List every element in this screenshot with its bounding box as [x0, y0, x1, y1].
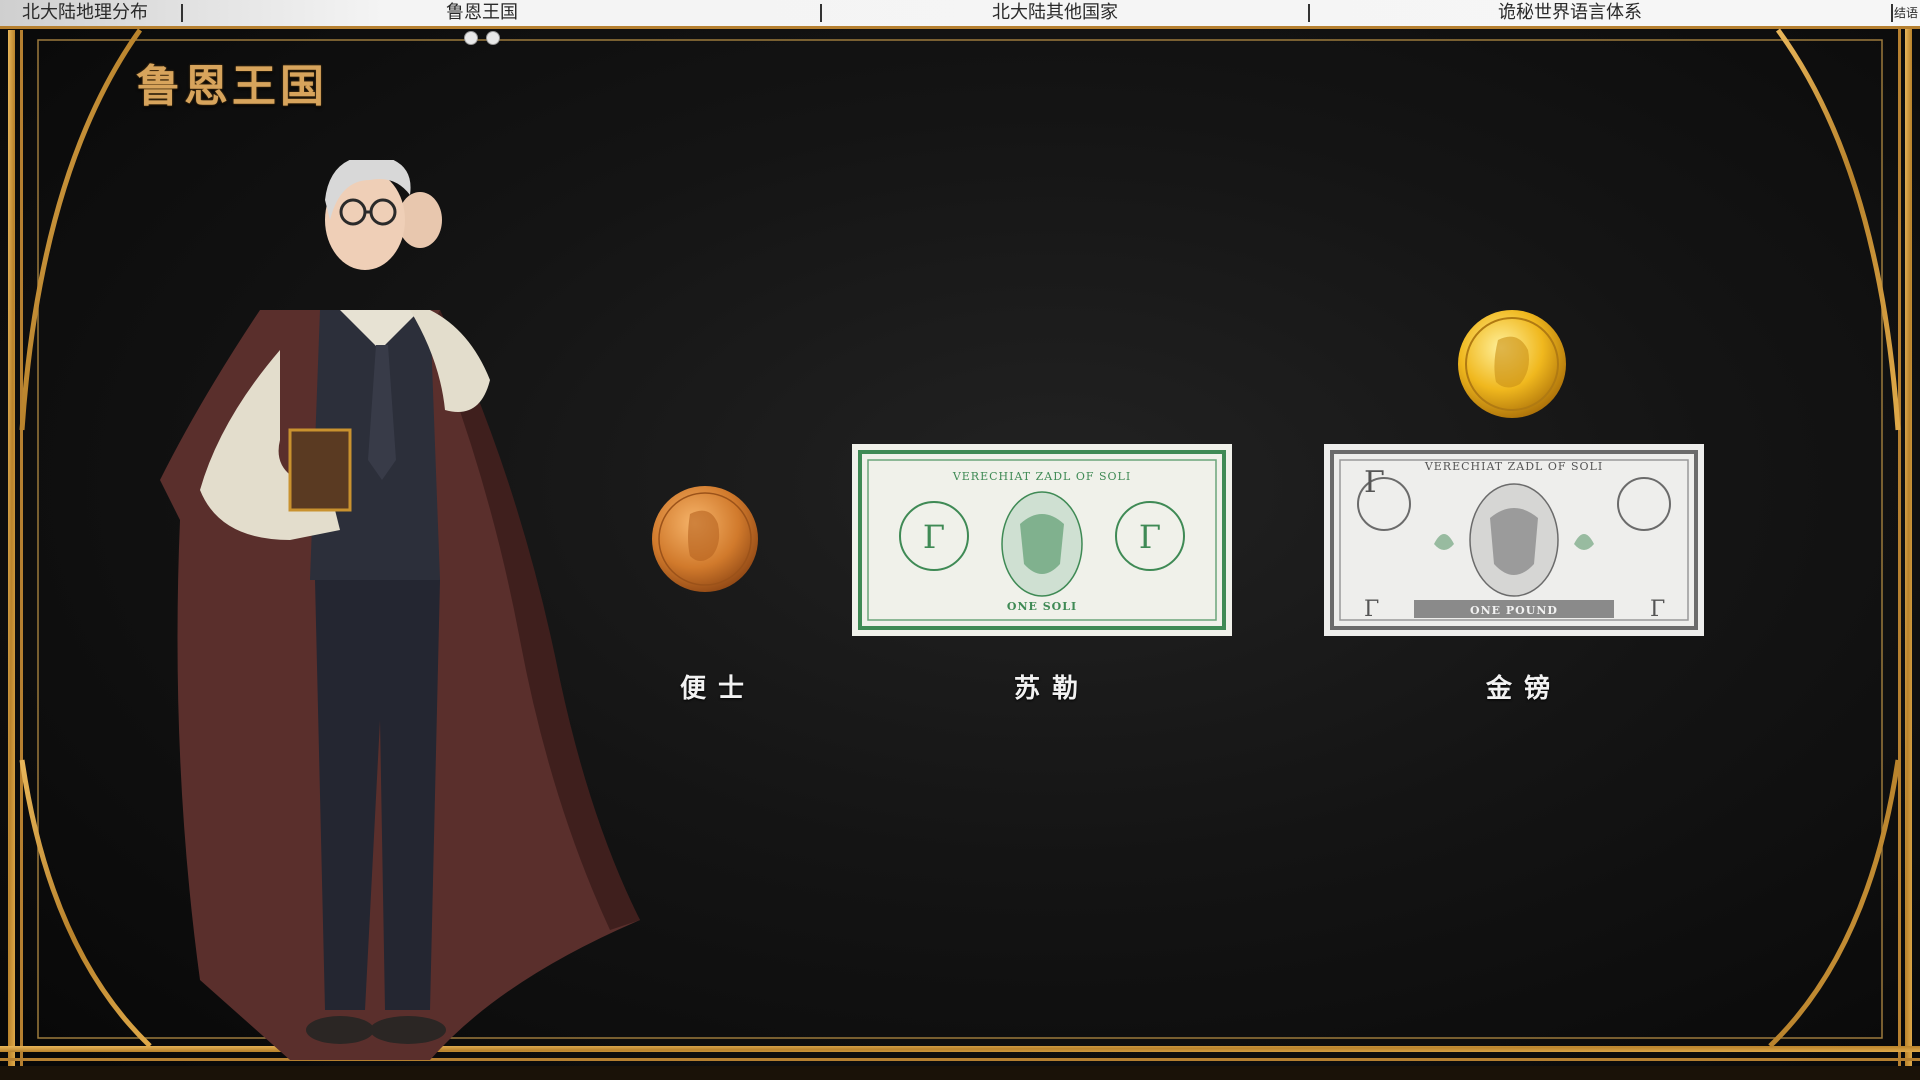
presentation-slide: 北大陆地理分布 鲁恩王国 北大陆其他国家 诡秘世界语言体系 结语 鲁恩王国 便士…: [0, 0, 1920, 1080]
pound-mark-bottom-left: Γ: [1364, 597, 1379, 622]
soli-bottom-text: ONE SOLI: [1007, 600, 1077, 613]
soli-mark-left: Γ: [923, 518, 945, 556]
pound-top-text: VERECHIAT ZADL OF SOLI: [1424, 460, 1603, 473]
nav-tab-north-continent-geography[interactable]: 北大陆地理分布: [22, 0, 148, 26]
pound-mark-top: Γ: [1364, 465, 1385, 500]
copper-coin-icon: [652, 486, 758, 592]
currency-label-penny: 便士: [680, 674, 757, 704]
soli-top-text: VERECHIAT ZADL OF SOLI: [952, 470, 1131, 483]
nav-separator: [1891, 4, 1893, 22]
pound-bottom-text: ONE POUND: [1470, 604, 1558, 617]
nav-separator: [181, 4, 183, 22]
nav-tab-conclusion[interactable]: 结语: [1894, 0, 1918, 26]
currency-label-pound: 金镑: [1486, 674, 1563, 704]
nav-tab-loen-kingdom[interactable]: 鲁恩王国: [446, 0, 518, 26]
gold-coin-icon: [1458, 310, 1566, 418]
nav-tab-other-north-countries[interactable]: 北大陆其他国家: [992, 0, 1118, 26]
pound-mark-bottom-right: Γ: [1650, 597, 1665, 622]
nav-separator: [820, 4, 822, 22]
soli-mark-right: Γ: [1139, 518, 1161, 556]
slide-progress-dots: [464, 30, 508, 49]
slide-dot[interactable]: [464, 31, 478, 45]
page-title: 鲁恩王国: [136, 61, 328, 112]
slide-dot[interactable]: [486, 31, 500, 45]
gray-banknote-icon: Γ Γ Γ VERECHIAT ZADL OF SOLI ONE POUND: [1324, 444, 1704, 636]
nav-tab-language-system[interactable]: 诡秘世界语言体系: [1498, 0, 1642, 26]
green-banknote-icon: Γ Γ VERECHIAT ZADL OF SOLI ONE SOLI: [852, 444, 1232, 636]
scholar-character-illustration: [160, 160, 640, 1060]
top-navigation-bar: 北大陆地理分布 鲁恩王国 北大陆其他国家 诡秘世界语言体系 结语: [0, 0, 1920, 26]
currency-label-soli: 苏勒: [1014, 674, 1091, 704]
nav-separator: [1308, 4, 1310, 22]
